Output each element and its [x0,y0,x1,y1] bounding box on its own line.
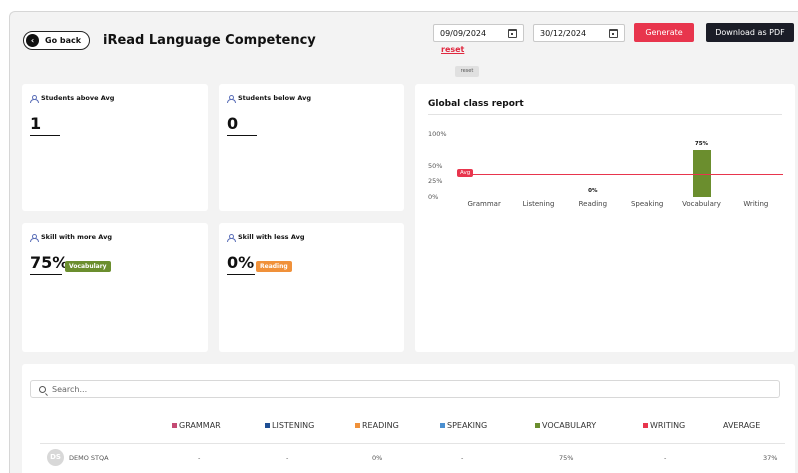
legend-swatch [535,423,540,428]
card-title-text: Students above Avg [41,94,115,102]
x-tick-label: Listening [522,200,555,208]
column-header-label: WRITING [650,421,686,430]
card-title: Skill with more Avg [30,233,112,242]
x-tick-label: Writing [743,200,769,208]
table-cell: - [461,454,464,462]
download-pdf-button[interactable]: Download as PDF [706,23,794,42]
x-tick-label: Grammar [467,200,501,208]
card-title: Skill with less Avg [227,233,305,242]
search-placeholder: Search... [52,384,88,394]
column-header-reading[interactable]: READING [355,421,399,430]
y-tick-label: 50% [428,161,443,170]
chart-divider [428,114,782,115]
x-tick-label: Vocabulary [682,200,721,208]
user-icon [227,94,236,103]
average-tag: Avg [457,168,474,177]
page-title: iRead Language Competency [103,33,316,48]
start-date-input[interactable]: 09/09/2024 [433,24,524,42]
start-date-value: 09/09/2024 [440,28,487,38]
user-icon [30,233,39,242]
card-title: Students above Avg [30,94,115,103]
table-cell: - [198,454,201,462]
avatar: DS [47,449,64,466]
card-students-above-avg: Students above Avg 1 [22,84,208,211]
skill-badge-vocabulary: Vocabulary [65,261,111,272]
column-header-listening[interactable]: LISTENING [265,421,314,430]
column-header-label: LISTENING [272,421,315,430]
table-cell: 75% [559,454,574,462]
column-header-speaking[interactable]: SPEAKING [440,421,487,430]
global-class-report-card: Global class report 100% 50% 25% 0% Grammar L… [415,84,795,352]
end-date-value: 30/12/2024 [540,28,587,38]
skill-badge-reading: Reading [256,261,292,272]
column-header-label: VOCABULARY [542,421,597,430]
search-icon [39,385,46,393]
card-title: Students below Avg [227,94,312,103]
card-value: 0 [227,114,257,136]
go-back-label: Go back [45,36,82,45]
search-input[interactable]: Search... [30,380,780,398]
y-tick-label: 25% [428,177,443,186]
column-header-writing[interactable]: WRITING [643,421,685,430]
table-cell: 0% [372,454,383,462]
table-cell: - [664,454,667,462]
legend-swatch [355,423,360,428]
arrow-left-icon: ‹ [26,34,39,47]
go-back-button[interactable]: ‹ Go back [23,31,90,50]
end-date-input[interactable]: 30/12/2024 [533,24,625,42]
column-header-label: AVERAGE [723,421,761,430]
chart-title: Global class report [428,99,524,109]
card-title-text: Skill with more Avg [41,233,112,241]
x-tick-label: Reading [578,200,608,208]
column-header-label: SPEAKING [447,421,488,430]
bar-data-label: 75% [694,140,709,147]
column-header-average[interactable]: AVERAGE [723,421,760,430]
column-header-label: GRAMMAR [179,421,221,430]
column-header-grammar[interactable]: GRAMMAR [172,421,221,430]
user-icon [227,233,236,242]
column-header-label: READING [362,421,399,430]
card-value: 1 [30,114,60,136]
legend-swatch [172,423,177,428]
table-cell: - [286,454,289,462]
reset-link[interactable]: reset [441,45,464,54]
generate-button[interactable]: Generate [634,23,694,42]
bar-data-label: 0% [588,188,598,194]
card-skill-more-avg: Skill with more Avg 75% Vocabulary [22,223,208,352]
card-skill-less-avg: Skill with less Avg 0% Reading [219,223,404,352]
average-line [457,173,783,175]
y-tick-label: 100% [428,130,447,138]
reset-button[interactable]: reset [455,66,479,77]
table-cell: 37% [763,454,778,462]
y-tick-label: 0% [428,193,439,201]
card-value: 75% [30,253,68,275]
legend-swatch [265,423,270,428]
student-name: DEMO STQA [69,454,109,462]
card-title-text: Skill with less Avg [238,233,305,241]
x-tick-label: Speaking [630,200,664,208]
legend-swatch [643,423,648,428]
card-title-text: Students below Avg [238,94,312,102]
user-icon [30,94,39,103]
table-row[interactable]: DS DEMO STQA - - 0% - 75% - 37% [40,443,785,467]
card-students-below-avg: Students below Avg 0 [219,84,404,211]
legend-swatch [440,423,445,428]
column-header-vocabulary[interactable]: VOCABULARY [535,421,596,430]
calendar-icon[interactable] [609,28,618,38]
calendar-icon[interactable] [508,28,517,38]
card-value: 0% [227,253,255,275]
